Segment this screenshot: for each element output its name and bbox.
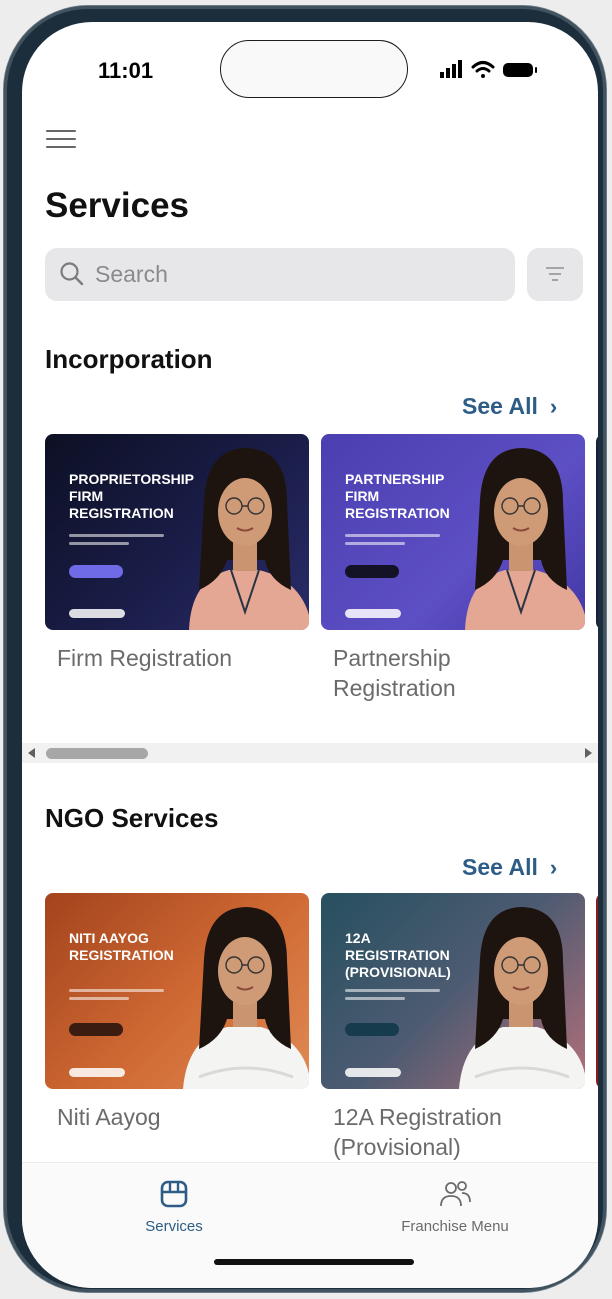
people-icon [440, 1181, 471, 1207]
chevron-right-icon: › [549, 855, 558, 880]
filter-button[interactable] [527, 248, 583, 301]
filter-icon [546, 267, 564, 281]
battery-icon [503, 63, 537, 77]
card-banner-image: PARTNERSHIP FIRM REGISTRATION [321, 434, 585, 630]
scrollbar-thumb[interactable] [46, 748, 148, 759]
service-card-partnership-registration[interactable]: PARTNERSHIP FIRM REGISTRATION Partnershi… [321, 434, 585, 703]
tab-label: Franchise Menu [401, 1218, 509, 1235]
home-indicator[interactable] [214, 1259, 414, 1265]
phone-frame: 11:01 Services Search Incorporation See … [4, 6, 606, 1292]
tab-services[interactable]: Services [122, 1179, 226, 1235]
storefront-icon [160, 1180, 188, 1208]
search-bar[interactable] [45, 248, 515, 301]
next-card-peek[interactable] [596, 434, 598, 630]
tab-label: Services [145, 1218, 203, 1235]
wifi-icon [471, 61, 495, 78]
section-title-incorporation: Incorporation [45, 344, 213, 374]
page-title: Services [45, 186, 190, 225]
status-icons [440, 60, 537, 78]
scroll-left-arrow-icon[interactable] [28, 748, 35, 758]
service-card-firm-registration[interactable]: PROPRIETORSHIP FIRM REGISTRATION Firm Re… [45, 434, 309, 673]
banner-apply-pill [69, 565, 123, 578]
search-icon [60, 262, 84, 286]
chevron-right-icon: › [549, 394, 558, 419]
horizontal-scrollbar[interactable] [22, 743, 598, 763]
woman-portrait-image [459, 907, 585, 1089]
bottom-tab-bar: Services Franchise Menu [22, 1162, 598, 1288]
menu-icon[interactable] [46, 130, 76, 152]
service-card-12a-registration[interactable]: 12A REGISTRATION (PROVISIONAL) 12A Regis… [321, 893, 585, 1162]
status-time: 11:01 [98, 58, 154, 83]
card-label: 12A Registration (Provisional) [333, 1104, 502, 1160]
woman-portrait-image [183, 907, 309, 1089]
see-all-ngo-link[interactable]: See All › [462, 854, 557, 881]
tab-franchise-menu[interactable]: Franchise Menu [380, 1179, 530, 1235]
dynamic-island [220, 40, 408, 98]
service-card-niti-aayog[interactable]: NITI AAYOG REGISTRATION Niti Aayog [45, 893, 309, 1132]
card-banner-image: NITI AAYOG REGISTRATION [45, 893, 309, 1089]
banner-apply-pill [345, 1023, 399, 1036]
card-banner-image: 12A REGISTRATION (PROVISIONAL) [321, 893, 585, 1089]
search-input[interactable] [95, 248, 495, 301]
screen: 11:01 Services Search Incorporation See … [22, 22, 598, 1288]
banner-apply-pill [69, 1023, 123, 1036]
card-label: Firm Registration [57, 645, 233, 671]
see-all-incorporation-link[interactable]: See All › [462, 393, 557, 420]
card-banner-image: PROPRIETORSHIP FIRM REGISTRATION [45, 434, 309, 630]
see-all-label: See All [462, 393, 538, 419]
banner-apply-pill [345, 565, 399, 578]
see-all-label: See All [462, 854, 538, 880]
scroll-right-arrow-icon[interactable] [585, 748, 592, 758]
card-label: Partnership Registration [333, 645, 456, 701]
next-card-peek[interactable] [596, 893, 598, 1089]
section-title-ngo-services: NGO Services [45, 803, 219, 833]
card-label: Niti Aayog [57, 1104, 161, 1130]
woman-portrait-image [189, 448, 309, 630]
cellular-signal-icon [440, 60, 462, 78]
woman-portrait-image [465, 448, 585, 630]
